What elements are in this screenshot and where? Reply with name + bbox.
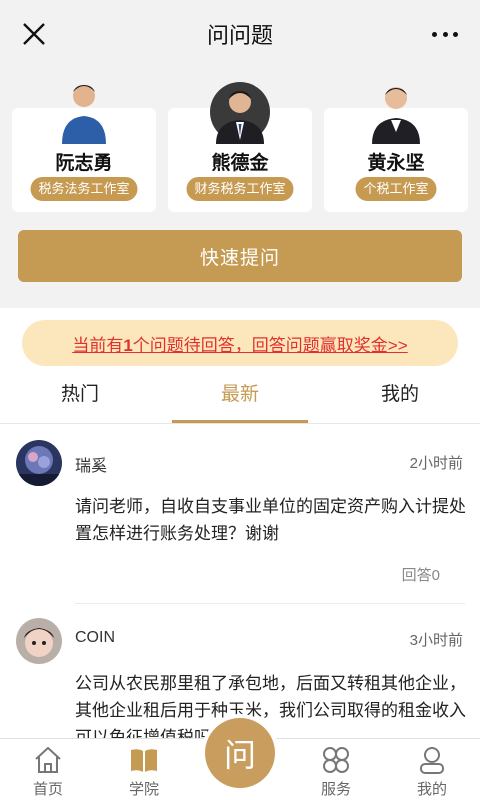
nav-label: 服务 <box>320 781 351 798</box>
expert-card[interactable]: 阮志勇 税务法务工作室 <box>12 85 156 212</box>
user-icon <box>420 747 444 774</box>
pending-questions-banner[interactable]: 当前有1个问题待回答，回答问题赢取奖金>> <box>22 320 458 366</box>
expert-tag: 个税工作室 <box>355 177 437 201</box>
tab-latest[interactable]: 最新 <box>160 370 320 424</box>
nav-label: 我的 <box>416 781 447 798</box>
answer-count: 回答0 <box>401 567 440 584</box>
nav-label: 学院 <box>128 781 159 798</box>
close-icon[interactable] <box>20 20 48 48</box>
expert-name: 黄永坚 <box>367 153 425 174</box>
nav-academy[interactable]: 学院 <box>96 739 192 800</box>
nav-mine[interactable]: 我的 <box>384 739 480 800</box>
clover-icon <box>323 747 349 773</box>
expert-card[interactable]: 黄永坚 个税工作室 <box>324 87 468 212</box>
more-options-icon[interactable] <box>432 24 458 44</box>
nav-label: 首页 <box>32 781 63 798</box>
home-icon <box>35 746 61 773</box>
notice-text: 当前有1个问题待回答，回答问题赢取奖金>> <box>72 335 408 355</box>
nav-home[interactable]: 首页 <box>0 739 96 800</box>
list-item[interactable]: 瑞奚 2小时前 请问老师，自收自支事业单位的固定资产购入计提处置怎样进行账务处理… <box>0 440 480 600</box>
expert-avatar <box>62 85 106 144</box>
question-text: 公司从农民那里租了承包地，后面又转租其他企业，其他企业租后用于种玉米，我们公司取… <box>75 674 466 738</box>
post-time: 2小时前 <box>409 455 463 472</box>
user-name: COIN <box>75 629 115 646</box>
book-icon <box>131 749 157 772</box>
question-tabs: 热门 最新 我的 <box>0 370 480 424</box>
expert-avatar <box>372 87 420 144</box>
tab-hot[interactable]: 热门 <box>0 370 160 424</box>
top-bar: 问问题 <box>0 0 480 68</box>
page-title: 问问题 <box>206 23 273 48</box>
post-time: 3小时前 <box>409 632 463 649</box>
user-name: 瑞奚 <box>75 458 108 475</box>
expert-tag: 财务税务工作室 <box>186 177 294 201</box>
expert-name: 熊德金 <box>211 153 269 174</box>
expert-avatar <box>210 82 270 144</box>
divider <box>75 603 465 604</box>
user-avatar <box>16 618 62 664</box>
expert-tag: 税务法务工作室 <box>30 177 138 201</box>
active-tab-indicator <box>172 420 308 423</box>
question-text: 请问老师，自收自支事业单位的固定资产购入计提处置怎样进行账务处理？谢谢 <box>75 497 466 543</box>
expert-card[interactable]: 熊德金 财务税务工作室 <box>168 82 312 212</box>
user-avatar <box>16 440 62 486</box>
nav-services[interactable]: 服务 <box>288 739 384 800</box>
tab-mine[interactable]: 我的 <box>320 370 480 424</box>
ask-question-button[interactable]: 问 <box>205 718 275 788</box>
quick-ask-button[interactable]: 快速提问 <box>18 230 462 282</box>
expert-name: 阮志勇 <box>55 153 113 174</box>
